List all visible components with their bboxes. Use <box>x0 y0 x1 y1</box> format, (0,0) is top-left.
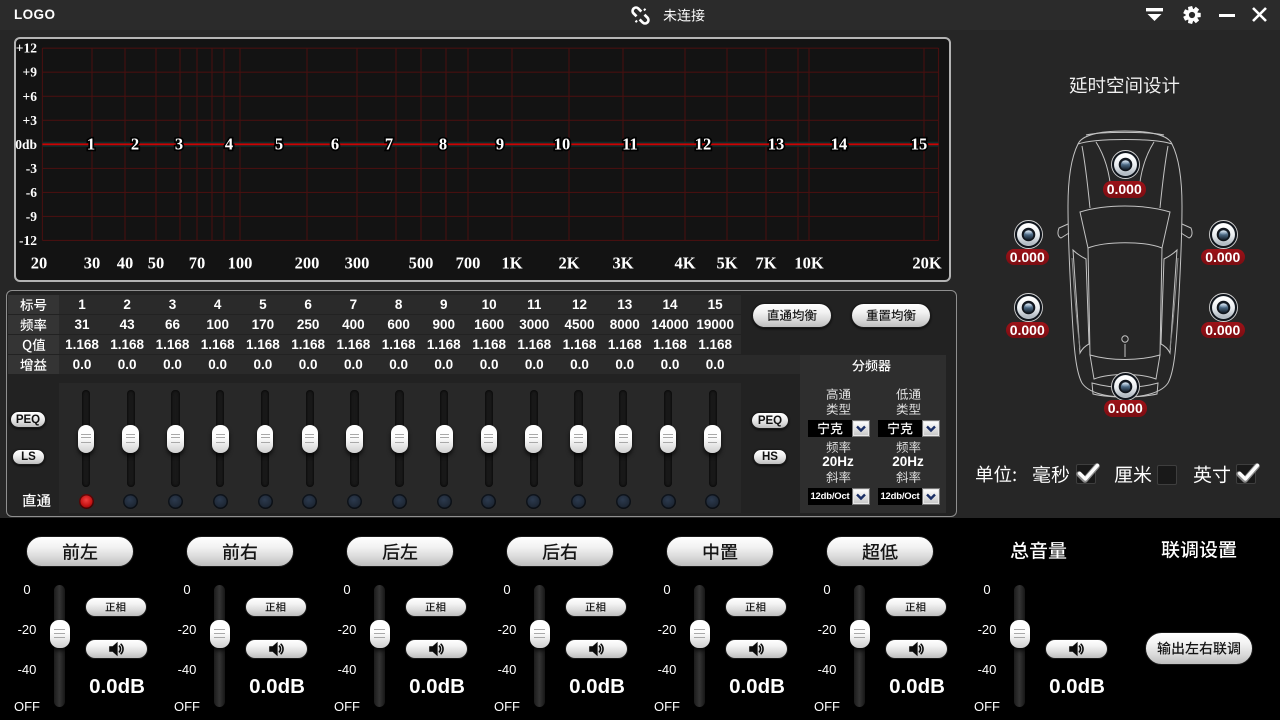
svg-text:7: 7 <box>385 135 393 154</box>
svg-text:10K: 10K <box>794 254 824 273</box>
svg-text:3K: 3K <box>612 254 633 273</box>
svg-text:70: 70 <box>189 254 206 273</box>
svg-text:11: 11 <box>622 135 638 154</box>
svg-text:5K: 5K <box>716 254 737 273</box>
svg-text:2: 2 <box>131 135 139 154</box>
svg-text:500: 500 <box>409 254 434 273</box>
svg-text:100: 100 <box>228 254 253 273</box>
svg-text:1K: 1K <box>501 254 522 273</box>
svg-text:+6: +6 <box>23 89 38 104</box>
svg-text:20: 20 <box>31 254 48 273</box>
svg-text:40: 40 <box>117 254 134 273</box>
svg-text:13: 13 <box>768 135 785 154</box>
svg-text:+3: +3 <box>23 113 38 128</box>
svg-text:50: 50 <box>148 254 165 273</box>
svg-text:-6: -6 <box>26 185 37 200</box>
svg-text:3: 3 <box>175 135 183 154</box>
svg-text:1: 1 <box>87 135 95 154</box>
svg-text:700: 700 <box>456 254 481 273</box>
svg-text:12: 12 <box>695 135 712 154</box>
svg-text:300: 300 <box>345 254 370 273</box>
svg-text:6: 6 <box>331 135 339 154</box>
svg-text:10: 10 <box>554 135 571 154</box>
svg-text:-3: -3 <box>26 161 37 176</box>
svg-text:+9: +9 <box>23 65 38 80</box>
svg-text:0db: 0db <box>15 137 37 152</box>
svg-text:9: 9 <box>496 135 504 154</box>
svg-text:-9: -9 <box>26 209 37 224</box>
svg-text:14: 14 <box>831 135 848 154</box>
svg-text:5: 5 <box>275 135 283 154</box>
svg-text:30: 30 <box>84 254 101 273</box>
svg-text:7K: 7K <box>755 254 776 273</box>
svg-text:-12: -12 <box>19 233 37 248</box>
svg-text:2K: 2K <box>558 254 579 273</box>
svg-text:4: 4 <box>225 135 233 154</box>
svg-text:20K: 20K <box>912 254 942 273</box>
svg-text:15: 15 <box>911 135 928 154</box>
svg-text:4K: 4K <box>674 254 695 273</box>
svg-text:200: 200 <box>295 254 320 273</box>
svg-text:+12: +12 <box>16 41 37 56</box>
svg-text:8: 8 <box>439 135 447 154</box>
